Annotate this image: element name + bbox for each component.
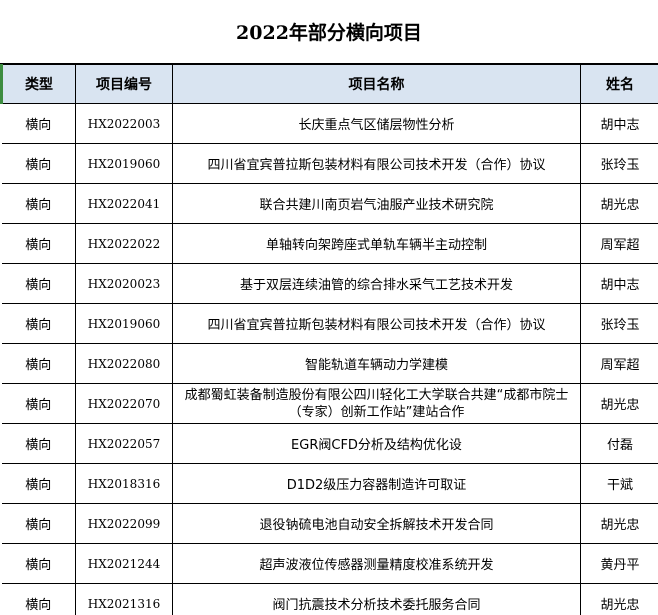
table-row: 横向 HX2020023 基于双层连续油管的综合排水采气工艺技术开发 胡中志 [1,263,658,304]
cell-name[interactable]: 联合共建川南页岩气油服产业技术研究院 [172,183,581,224]
cell-person[interactable]: 胡光忠 [580,383,658,424]
cell-person[interactable]: 付磊 [580,423,658,464]
table-row: 横向 HX2019060 四川省宜宾普拉斯包装材料有限公司技术开发（合作）协议 … [1,143,658,184]
cell-type[interactable]: 横向 [1,143,76,184]
cell-name[interactable]: 基于双层连续油管的综合排水采气工艺技术开发 [172,263,581,304]
cell-code[interactable]: HX2022099 [75,503,173,544]
cell-name[interactable]: 成都蜀虹装备制造股份有限公四川轻化工大学联合共建“成都市院士（专家）创新工作站”… [172,383,581,424]
table-row: 横向 HX2019060 四川省宜宾普拉斯包装材料有限公司技术开发（合作）协议 … [1,303,658,344]
cell-code[interactable]: HX2022041 [75,183,173,224]
cell-type[interactable]: 横向 [1,423,76,464]
cell-code[interactable]: HX2022003 [75,103,173,144]
table-row: 横向 HX2022003 长庆重点气区储层物性分析 胡中志 [1,103,658,144]
table-row: 横向 HX2018316 D1D2级压力容器制造许可取证 干斌 [1,463,658,504]
sheet-title: 2022年部分横向项目 [0,0,658,64]
cell-person[interactable]: 张玲玉 [580,303,658,344]
cell-person[interactable]: 黄丹平 [580,543,658,584]
cell-type[interactable]: 横向 [1,303,76,344]
cell-name[interactable]: 智能轨道车辆动力学建模 [172,343,581,384]
header-person[interactable]: 姓名 [580,64,658,104]
cell-type[interactable]: 横向 [1,223,76,264]
cell-type[interactable]: 横向 [1,463,76,504]
cell-person[interactable]: 胡光忠 [580,183,658,224]
cell-code[interactable]: HX2021244 [75,543,173,584]
cell-name[interactable]: 四川省宜宾普拉斯包装材料有限公司技术开发（合作）协议 [172,303,581,344]
spreadsheet: 2022年部分横向项目 类型 项目编号 项目名称 姓名 横向 HX2022003… [0,0,658,615]
table-row: 横向 HX2022057 EGR阀CFD分析及结构优化设 付磊 [1,423,658,464]
header-type[interactable]: 类型 [0,64,76,104]
cell-name[interactable]: 单轴转向架跨座式单轨车辆半主动控制 [172,223,581,264]
cell-name[interactable]: D1D2级压力容器制造许可取证 [172,463,581,504]
cell-code[interactable]: HX2022022 [75,223,173,264]
table-row: 横向 HX2022080 智能轨道车辆动力学建模 周军超 [1,343,658,384]
cell-person[interactable]: 周军超 [580,343,658,384]
cell-person[interactable]: 干斌 [580,463,658,504]
cell-person[interactable]: 张玲玉 [580,143,658,184]
table-row: 横向 HX2022041 联合共建川南页岩气油服产业技术研究院 胡光忠 [1,183,658,224]
header-code[interactable]: 项目编号 [75,64,173,104]
table-row: 横向 HX2021316 阀门抗震技术分析技术委托服务合同 胡光忠 [1,583,658,615]
cell-type[interactable]: 横向 [1,183,76,224]
cell-type[interactable]: 横向 [1,263,76,304]
cell-code[interactable]: HX2020023 [75,263,173,304]
cell-code[interactable]: HX2019060 [75,143,173,184]
cell-person[interactable]: 胡光忠 [580,583,658,615]
cell-person[interactable]: 胡中志 [580,263,658,304]
cell-person[interactable]: 胡光忠 [580,503,658,544]
table-row: 横向 HX2022070 成都蜀虹装备制造股份有限公四川轻化工大学联合共建“成都… [1,383,658,424]
cell-code[interactable]: HX2019060 [75,303,173,344]
cell-code[interactable]: HX2022057 [75,423,173,464]
cell-name[interactable]: 阀门抗震技术分析技术委托服务合同 [172,583,581,615]
cell-code[interactable]: HX2022080 [75,343,173,384]
table-row: 横向 HX2022099 退役钠硫电池自动安全拆解技术开发合同 胡光忠 [1,503,658,544]
header-row: 类型 项目编号 项目名称 姓名 [0,64,658,104]
cell-name[interactable]: EGR阀CFD分析及结构优化设 [172,423,581,464]
table-row: 横向 HX2022022 单轴转向架跨座式单轨车辆半主动控制 周军超 [1,223,658,264]
projects-table: 类型 项目编号 项目名称 姓名 横向 HX2022003 长庆重点气区储层物性分… [0,64,658,615]
cell-name[interactable]: 长庆重点气区储层物性分析 [172,103,581,144]
cell-name[interactable]: 超声波液位传感器测量精度校准系统开发 [172,543,581,584]
cell-name[interactable]: 退役钠硫电池自动安全拆解技术开发合同 [172,503,581,544]
cell-type[interactable]: 横向 [1,383,76,424]
table-row: 横向 HX2021244 超声波液位传感器测量精度校准系统开发 黄丹平 [1,543,658,584]
cell-type[interactable]: 横向 [1,583,76,615]
cell-type[interactable]: 横向 [1,503,76,544]
cell-name[interactable]: 四川省宜宾普拉斯包装材料有限公司技术开发（合作）协议 [172,143,581,184]
cell-person[interactable]: 周军超 [580,223,658,264]
cell-type[interactable]: 横向 [1,343,76,384]
cell-type[interactable]: 横向 [1,103,76,144]
cell-person[interactable]: 胡中志 [580,103,658,144]
header-name[interactable]: 项目名称 [172,64,581,104]
cell-code[interactable]: HX2018316 [75,463,173,504]
cell-code[interactable]: HX2021316 [75,583,173,615]
cell-type[interactable]: 横向 [1,543,76,584]
cell-code[interactable]: HX2022070 [75,383,173,424]
